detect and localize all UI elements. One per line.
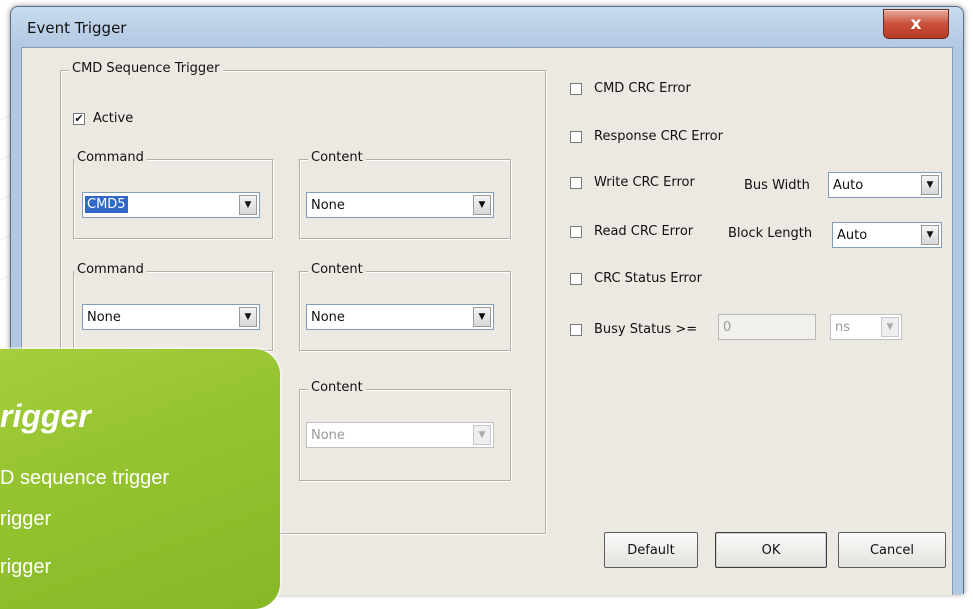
command-group-1: Command CMD5 ▼ — [73, 150, 273, 239]
default-button[interactable]: Default — [604, 532, 698, 568]
block-length-select[interactable]: Auto ▼ — [832, 222, 942, 248]
response-crc-error-checkbox[interactable] — [570, 131, 582, 143]
bus-width-select[interactable]: Auto ▼ — [828, 172, 942, 198]
ok-button-label: OK — [761, 542, 781, 558]
title-bar[interactable]: Event Trigger x — [11, 7, 963, 47]
content-group-3-title: Content — [308, 380, 366, 395]
close-button[interactable]: x — [883, 9, 949, 39]
content-group-2: Content None ▼ — [299, 262, 511, 351]
busy-status-label: Busy Status >= — [594, 322, 698, 337]
command-group-2-title: Command — [74, 262, 147, 277]
busy-unit-value: ns — [835, 320, 851, 335]
chevron-down-icon[interactable]: ▼ — [921, 225, 939, 245]
content-select-2[interactable]: None ▼ — [306, 304, 494, 330]
bus-width-value: Auto — [833, 178, 864, 193]
crc-status-error-label: CRC Status Error — [594, 271, 702, 286]
command-select-2[interactable]: None ▼ — [82, 304, 260, 330]
content-select-1-value: None — [311, 198, 345, 213]
promo-overlay-line-1: D sequence trigger — [0, 467, 169, 489]
busy-status-value: 0 — [723, 320, 732, 335]
cancel-button[interactable]: Cancel — [838, 532, 946, 568]
command-select-1-value: CMD5 — [85, 196, 128, 213]
block-length-label: Block Length — [728, 226, 813, 241]
chevron-down-icon[interactable]: ▼ — [239, 307, 257, 327]
bus-width-label: Bus Width — [744, 178, 810, 193]
chevron-down-icon[interactable]: ▼ — [881, 317, 899, 337]
chevron-down-icon[interactable]: ▼ — [473, 425, 491, 445]
write-crc-error-checkbox[interactable] — [570, 177, 582, 189]
command-select-2-value: None — [87, 310, 121, 325]
dialog-title: Event Trigger — [27, 19, 127, 37]
check-mark-icon: ✔ — [74, 112, 84, 125]
default-button-label: Default — [627, 542, 675, 558]
active-label: Active — [93, 111, 134, 126]
cmd-crc-error-label: CMD CRC Error — [594, 81, 691, 96]
content-group-1: Content None ▼ — [299, 150, 511, 239]
promo-overlay-title: rigger — [0, 398, 91, 434]
command-select-1[interactable]: CMD5 ▼ — [82, 192, 260, 218]
promo-overlay-line-3: rigger — [0, 556, 52, 578]
cmd-crc-error-checkbox[interactable] — [570, 83, 582, 95]
read-crc-error-label: Read CRC Error — [594, 224, 694, 239]
response-crc-error-label: Response CRC Error — [594, 129, 723, 144]
content-select-3[interactable]: None ▼ — [306, 422, 494, 448]
command-group-1-title: Command — [74, 150, 147, 165]
command-group-2: Command None ▼ — [73, 262, 273, 351]
cmd-sequence-group-title: CMD Sequence Trigger — [69, 61, 223, 76]
chevron-down-icon[interactable]: ▼ — [473, 195, 491, 215]
busy-status-checkbox[interactable] — [570, 324, 582, 336]
content-select-2-value: None — [311, 310, 345, 325]
content-group-1-title: Content — [308, 150, 366, 165]
chevron-down-icon[interactable]: ▼ — [921, 175, 939, 195]
chevron-down-icon[interactable]: ▼ — [473, 307, 491, 327]
cancel-button-label: Cancel — [869, 542, 915, 558]
content-group-2-title: Content — [308, 262, 366, 277]
write-crc-error-label: Write CRC Error — [594, 175, 695, 190]
promo-overlay-line-2: rigger — [0, 508, 52, 530]
content-group-3: Content None ▼ — [299, 380, 511, 481]
ok-button[interactable]: OK — [715, 532, 827, 568]
busy-status-input[interactable]: 0 — [718, 314, 816, 340]
content-select-1[interactable]: None ▼ — [306, 192, 494, 218]
crc-status-error-checkbox[interactable] — [570, 273, 582, 285]
active-checkbox[interactable]: ✔ — [73, 113, 85, 125]
chevron-down-icon[interactable]: ▼ — [239, 195, 257, 215]
busy-unit-select[interactable]: ns ▼ — [830, 314, 902, 340]
read-crc-error-checkbox[interactable] — [570, 226, 582, 238]
block-length-value: Auto — [837, 228, 868, 243]
content-select-3-value: None — [311, 428, 345, 443]
close-icon: x — [910, 14, 922, 34]
